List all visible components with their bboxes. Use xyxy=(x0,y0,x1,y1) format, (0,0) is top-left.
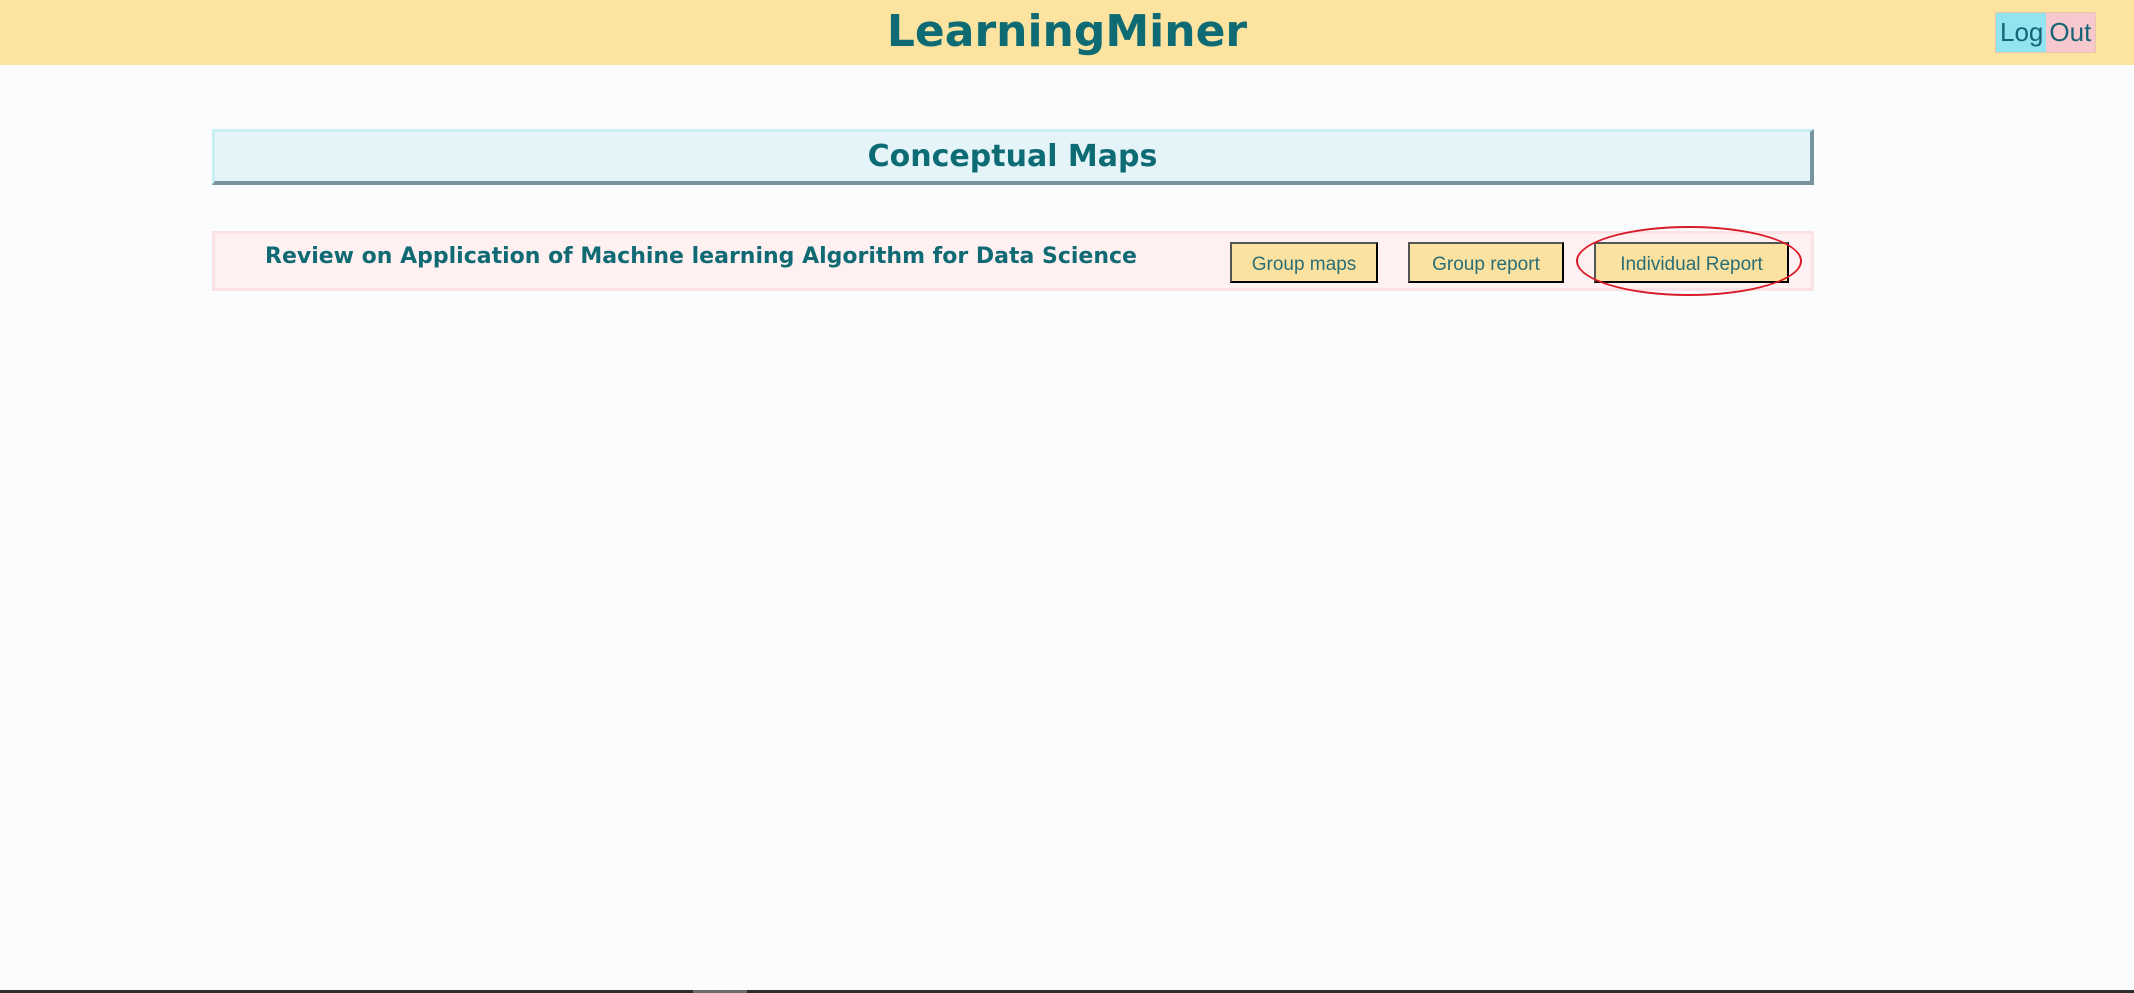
brand-title: LearningMiner xyxy=(886,6,1248,57)
top-header: LearningMiner Log Out xyxy=(0,0,2134,65)
group-maps-button[interactable]: Group maps xyxy=(1230,242,1378,283)
map-list-item: Review on Application of Machine learnin… xyxy=(212,226,1814,296)
individual-report-button[interactable]: Individual Report xyxy=(1594,242,1789,283)
logout-button[interactable]: Log Out xyxy=(1995,12,2097,53)
page: LearningMiner Log Out Conceptual Maps Re… xyxy=(0,0,2134,993)
logout-label-part1: Log xyxy=(1996,13,2047,52)
group-report-button[interactable]: Group report xyxy=(1408,242,1564,283)
map-title: Review on Application of Machine learnin… xyxy=(265,244,1137,269)
section-title: Conceptual Maps xyxy=(212,129,1814,185)
logout-label-part2: Out xyxy=(2046,13,2096,52)
